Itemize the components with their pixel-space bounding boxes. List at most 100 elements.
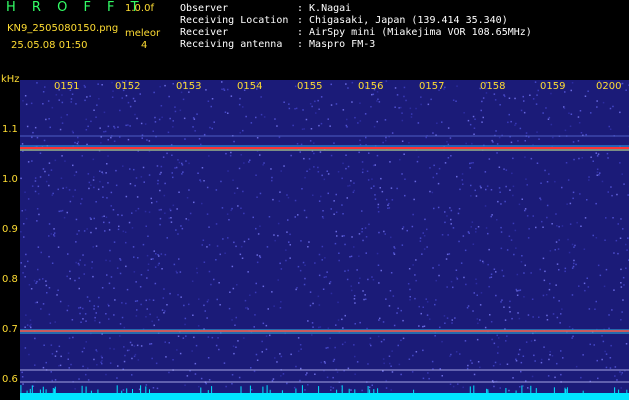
noise-speckle (472, 310, 474, 312)
noise-speckle (113, 287, 115, 289)
noise-speckle (216, 298, 218, 301)
noise-speckle (74, 189, 76, 191)
noise-speckle (411, 371, 414, 373)
noise-speckle (301, 128, 304, 130)
noise-speckle (166, 304, 168, 306)
noise-speckle (584, 95, 587, 97)
noise-speckle (329, 125, 331, 127)
noise-speckle (24, 265, 26, 268)
noise-speckle (492, 365, 495, 367)
floor-spike (473, 385, 475, 393)
noise-speckle (417, 156, 420, 158)
noise-speckle (59, 300, 62, 303)
noise-speckle (217, 337, 219, 339)
noise-speckle (237, 205, 239, 207)
noise-speckle (597, 264, 600, 267)
noise-speckle (96, 104, 98, 106)
noise-speckle (398, 107, 400, 109)
noise-speckle (403, 95, 405, 98)
floor-spike (262, 386, 264, 393)
noise-speckle (344, 314, 346, 317)
noise-speckle (503, 306, 505, 308)
noise-speckle (78, 264, 80, 266)
noise-speckle (99, 127, 101, 129)
noise-speckle (388, 202, 390, 205)
noise-speckle (620, 282, 622, 284)
noise-speckle (520, 370, 522, 373)
noise-speckle (552, 136, 554, 139)
noise-speckle (556, 316, 559, 319)
noise-speckle (83, 347, 85, 349)
noise-speckle (207, 100, 210, 102)
noise-speckle (475, 282, 478, 285)
noise-speckle (260, 113, 263, 116)
noise-speckle (535, 103, 538, 105)
noise-speckle (438, 264, 440, 266)
noise-speckle (21, 210, 23, 212)
floor-spike (626, 389, 628, 393)
noise-speckle (475, 228, 477, 230)
noise-speckle (272, 378, 275, 380)
noise-speckle (134, 353, 137, 356)
noise-speckle (540, 358, 543, 361)
noise-speckle (174, 110, 177, 113)
noise-speckle (605, 268, 608, 271)
noise-speckle (498, 337, 500, 339)
noise-speckle (605, 217, 607, 219)
noise-speckle (528, 136, 530, 138)
noise-speckle (21, 371, 23, 374)
noise-speckle (330, 208, 332, 210)
noise-speckle (280, 268, 283, 270)
noise-speckle (463, 276, 465, 279)
noise-speckle (519, 289, 522, 291)
noise-speckle (157, 182, 159, 185)
noise-speckle (388, 355, 391, 357)
noise-speckle (361, 228, 363, 230)
noise-speckle (573, 246, 575, 248)
noise-speckle (532, 98, 535, 100)
noise-speckle (569, 125, 572, 127)
waterfall-spectrogram (20, 80, 629, 400)
noise-speckle (498, 166, 501, 168)
noise-speckle (113, 125, 115, 128)
noise-speckle (377, 98, 379, 100)
noise-speckle (107, 303, 109, 306)
noise-speckle (182, 98, 185, 101)
noise-speckle (605, 366, 608, 369)
noise-speckle (40, 251, 42, 254)
y-tick-label: 0.7 (2, 324, 18, 335)
noise-speckle (116, 377, 118, 379)
floor-spike (564, 387, 566, 393)
y-tick-label: 0.8 (2, 274, 18, 285)
noise-speckle (49, 126, 51, 129)
noise-speckle (223, 89, 226, 91)
noise-speckle (113, 241, 116, 243)
noise-speckle (446, 286, 448, 288)
noise-speckle (208, 155, 210, 157)
noise-speckle (353, 295, 356, 297)
noise-speckle (176, 208, 178, 210)
noise-speckle (68, 189, 71, 191)
noise-speckle (194, 373, 197, 375)
noise-speckle (66, 309, 69, 312)
noise-speckle (119, 272, 122, 275)
noise-speckle (467, 119, 470, 122)
noise-speckle (551, 355, 554, 357)
noise-speckle (455, 351, 458, 353)
noise-speckle (145, 384, 148, 386)
noise-speckle (422, 325, 424, 328)
noise-speckle (159, 189, 161, 192)
noise-speckle (479, 304, 482, 306)
noise-speckle (163, 194, 166, 197)
noise-speckle (93, 305, 95, 307)
noise-speckle (157, 264, 159, 266)
noise-speckle (572, 191, 575, 194)
noise-speckle (201, 202, 203, 205)
noise-speckle (148, 298, 151, 301)
noise-speckle (129, 168, 131, 170)
noise-speckle (350, 180, 352, 182)
noise-speckle (86, 143, 88, 146)
noise-speckle (178, 258, 180, 260)
noise-speckle (525, 341, 528, 343)
noise-speckle (203, 133, 206, 136)
